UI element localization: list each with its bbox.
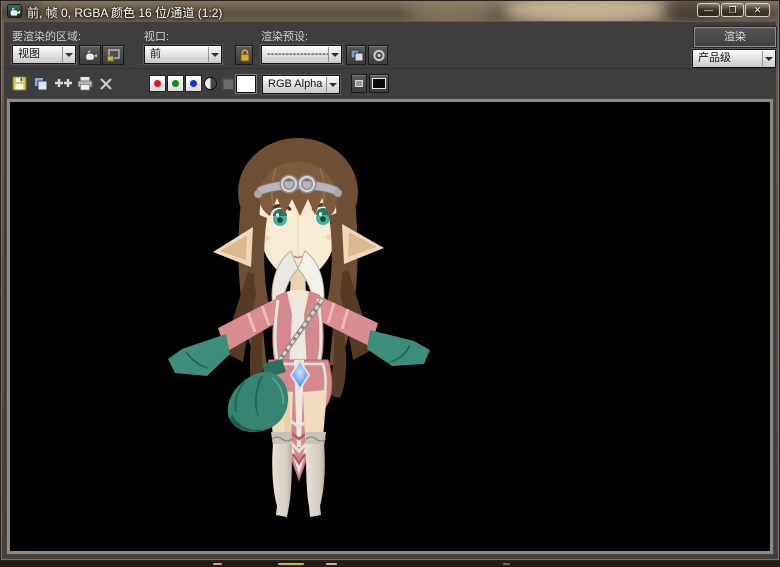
render-mode-value: 产品级 [698, 52, 731, 64]
green-channel-button[interactable] [167, 75, 184, 92]
green-dot-icon [172, 80, 179, 87]
auto-region-selected-button[interactable] [102, 45, 124, 65]
viewport-dropdown[interactable]: 前 [144, 45, 222, 64]
toggle-ui-button[interactable] [351, 74, 367, 93]
lock-viewport-button[interactable] [235, 45, 253, 65]
display-toolbar: RGB Alpha [4, 68, 776, 99]
load-preset-button[interactable] [346, 45, 366, 65]
area-to-render-value: 视图 [18, 48, 40, 60]
small-window-icon [355, 80, 363, 87]
render-toolbar: 要渲染的区域: 视口: 渲染预设: 视图 前 [4, 21, 776, 68]
character-render [10, 102, 770, 551]
clear-icon[interactable] [98, 75, 116, 93]
render-teapot-icon[interactable] [7, 4, 22, 18]
aero-blur-highlight [406, 1, 496, 21]
render-preset-dropdown[interactable]: -------------------- [261, 45, 342, 64]
chevron-down-icon [326, 77, 338, 92]
close-button[interactable]: ✕ [745, 3, 770, 17]
alpha-channel-button[interactable] [222, 78, 234, 90]
render-preset-label: 渲染预设: [261, 28, 308, 44]
viewport-value: 前 [150, 48, 161, 60]
desktop-glint [503, 563, 510, 565]
red-dot-icon [154, 80, 161, 87]
chevron-down-icon [762, 51, 774, 66]
minimize-button[interactable]: — [697, 3, 720, 17]
save-bitmap-icon[interactable] [11, 75, 29, 93]
blue-dot-icon [190, 80, 197, 87]
channel-display-value: RGB Alpha [268, 78, 322, 90]
print-image-icon[interactable] [76, 75, 94, 93]
red-channel-button[interactable] [149, 75, 166, 92]
render-button[interactable]: 渲染 [694, 27, 776, 47]
copy-image-icon[interactable] [54, 75, 72, 93]
chevron-down-icon [208, 47, 220, 62]
screenshot-root: 前, 帧 0, RGBA 颜色 16 位/通道 (1:2) — ❐ ✕ 要渲染的… [0, 0, 780, 567]
viewport-label: 视口: [144, 28, 169, 44]
aero-blur-highlight [502, 1, 672, 21]
render-canvas[interactable] [7, 99, 773, 554]
rendered-frame-window: 前, 帧 0, RGBA 颜色 16 位/通道 (1:2) — ❐ ✕ 要渲染的… [0, 0, 780, 561]
desktop-glint [326, 563, 337, 565]
toggle-ui-overlays-button[interactable] [369, 74, 389, 93]
area-to-render-dropdown[interactable]: 视图 [12, 45, 76, 64]
desktop-glint [278, 563, 304, 565]
elf-girl-character [168, 138, 430, 517]
area-to-render-label: 要渲染的区域: [12, 28, 81, 44]
blue-channel-button[interactable] [185, 75, 202, 92]
desktop-sliver [0, 561, 780, 567]
large-window-icon [372, 78, 386, 89]
background-color-swatch[interactable] [236, 75, 256, 93]
monochrome-button[interactable] [204, 77, 217, 90]
maximize-button[interactable]: ❐ [721, 3, 744, 17]
titlebar[interactable]: 前, 帧 0, RGBA 颜色 16 位/通道 (1:2) — ❐ ✕ [2, 1, 778, 21]
chevron-down-icon [62, 47, 74, 62]
client-area: 要渲染的区域: 视口: 渲染预设: 视图 前 [4, 21, 776, 557]
window-title: 前, 帧 0, RGBA 颜色 16 位/通道 (1:2) [27, 4, 222, 21]
render-setup-button[interactable] [368, 45, 388, 65]
channel-display-dropdown[interactable]: RGB Alpha [262, 75, 340, 94]
chevron-down-icon [328, 47, 340, 62]
desktop-glint [213, 563, 222, 565]
edit-region-button[interactable] [79, 45, 101, 65]
clone-rendered-frame-icon[interactable] [32, 75, 50, 93]
render-mode-dropdown[interactable]: 产品级 [692, 49, 776, 68]
